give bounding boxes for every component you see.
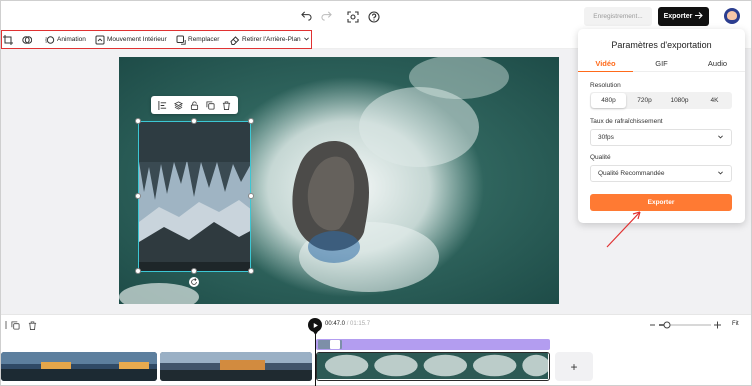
quality-value: Qualité Recommandée [598,170,665,177]
playhead[interactable] [315,330,316,386]
resize-handle-bottom-right[interactable] [248,268,254,274]
quality-select[interactable]: Qualité Recommandée [590,165,732,182]
resize-handle-top[interactable] [191,118,197,124]
quality-label: Qualité [590,154,611,161]
zoom-slider-thumb [663,321,671,329]
toolbar-highlight [1,30,312,49]
resolution-selector: 480p 720p 1080p 4K [590,92,732,109]
redo-icon[interactable] [320,10,333,23]
resolution-label: Resolution [590,82,621,89]
play-icon [313,322,318,328]
framerate-select[interactable]: 30fps [590,129,732,146]
duplicate-icon[interactable] [205,100,215,110]
framerate-value: 30fps [598,134,614,141]
zoom-slider[interactable] [649,320,724,330]
avatar[interactable] [724,8,740,24]
screenshot-icon[interactable] [346,10,359,23]
current-time: 00:47.0 [325,321,346,327]
export-button-label: Exporter [663,13,693,20]
layers-icon[interactable] [174,100,184,110]
timeline-clip-3-selected[interactable] [316,352,550,381]
arrow-right-icon [695,12,704,21]
export-tabs: Vidéo GIF Audio [578,58,745,72]
align-icon[interactable] [158,100,168,110]
trash-icon[interactable] [221,100,231,110]
resize-handle-bottom-left[interactable] [135,268,141,274]
total-time: 01:15.7 [350,321,371,327]
timecode: 00:47.0 / 01:15.7 [325,321,370,327]
overlay-track-preview [330,340,340,349]
panel-export-button[interactable]: Exporter [590,194,732,211]
resolution-option-4k[interactable]: 4K [697,92,732,109]
add-clip-button[interactable]: + [555,352,593,381]
overlay-context-bar [151,96,238,114]
resize-handle-left[interactable] [135,193,141,199]
resize-handle-top-right[interactable] [248,118,254,124]
overlay-clip[interactable] [138,121,251,272]
tab-video[interactable]: Vidéo [578,58,633,72]
fit-button[interactable]: Fit [732,321,739,327]
rotate-icon[interactable] [189,277,199,287]
zoom-in-icon [714,321,721,329]
resolution-option-480p[interactable]: 480p [591,93,626,108]
help-icon[interactable] [367,10,380,23]
export-button[interactable]: Exporter [658,7,709,26]
panel-title: Paramètres d'exportation [611,40,712,50]
lock-icon[interactable] [189,100,199,110]
timeline-clip-2[interactable] [160,352,312,381]
overlay-track-clip[interactable] [316,339,550,350]
resolution-option-720p[interactable]: 720p [627,92,662,109]
resize-handle-top-left[interactable] [135,118,141,124]
chevron-down-icon [717,169,724,178]
resize-handle-bottom[interactable] [191,268,197,274]
chevron-down-icon [717,133,724,142]
timeline-clip-1[interactable] [1,352,157,381]
top-bar: Enregistrement... Exporter [1,1,751,31]
tab-gif[interactable]: GIF [634,58,689,72]
resize-handle-right[interactable] [248,193,254,199]
trash-icon[interactable] [27,320,37,330]
undo-icon[interactable] [300,10,313,23]
framerate-label: Taux de rafraîchissement [590,118,663,125]
saving-status: Enregistrement... [584,7,652,26]
resolution-option-1080p[interactable]: 1080p [662,92,697,109]
tab-audio[interactable]: Audio [690,58,745,72]
duplicate-icon[interactable] [10,320,20,330]
export-settings-panel: Paramètres d'exportation Vidéo GIF Audio… [578,29,745,223]
